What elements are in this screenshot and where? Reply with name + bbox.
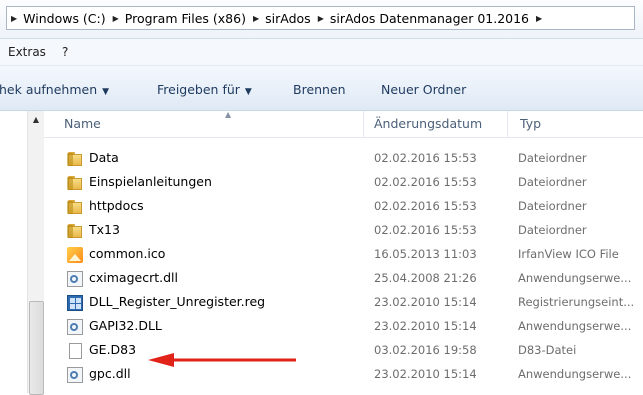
include-in-library-label: hek aufnehmen <box>0 82 98 97</box>
file-date: 25.04.2008 21:26 <box>374 271 477 285</box>
file-date: 02.02.2016 15:53 <box>374 223 477 237</box>
file-type: Registrierungseint... <box>518 295 635 309</box>
list-item[interactable]: httpdocs 02.02.2016 15:53 Dateiordner <box>44 195 643 219</box>
chevron-right-icon[interactable]: ▶ <box>314 14 330 23</box>
dll-icon <box>67 367 83 383</box>
breadcrumb-item-datenmanager[interactable]: sirAdos Datenmanager 01.2016 <box>330 11 532 26</box>
list-item[interactable]: Einspielanleitungen 02.02.2016 15:53 Dat… <box>44 171 643 195</box>
address-bar: ▶ Windows (C:) ▶ Program Files (x86) ▶ s… <box>0 0 643 39</box>
list-item[interactable]: Data 02.02.2016 15:53 Dateiordner <box>44 147 643 171</box>
file-type: D83-Datei <box>518 343 577 357</box>
folder-icon <box>67 223 83 239</box>
annotation-arrow-icon <box>148 353 296 367</box>
list-item[interactable]: cximagecrt.dll 25.04.2008 21:26 Anwendun… <box>44 267 643 291</box>
file-date: 16.05.2013 11:03 <box>374 247 477 261</box>
file-type: Dateiordner <box>518 199 587 213</box>
chevron-down-icon: ▼ <box>244 87 252 97</box>
breadcrumb[interactable]: ▶ Windows (C:) ▶ Program Files (x86) ▶ s… <box>6 6 635 30</box>
file-name: gpc.dll <box>89 366 131 381</box>
file-type: IrfanView ICO File <box>518 247 619 261</box>
command-bar: hek aufnehmen ▼ Freigeben für ▼ Brennen Ne… <box>0 66 643 111</box>
file-name: GE.D83 <box>89 342 137 357</box>
file-type: Dateiordner <box>518 223 587 237</box>
menu-item-help[interactable]: ? <box>54 45 76 59</box>
list-item[interactable]: GAPI32.DLL 23.02.2010 15:14 Anwendungser… <box>44 315 643 339</box>
file-name: Tx13 <box>89 222 120 237</box>
menu-item-extras[interactable]: Extras <box>0 45 54 59</box>
burn-button[interactable]: Brennen <box>293 82 346 97</box>
column-name[interactable]: Name <box>64 116 101 131</box>
file-list: ▲ Name Änderungsdatum Typ Data 02.02.201… <box>44 110 643 393</box>
breadcrumb-item-siradoss[interactable]: sirAdos <box>265 11 314 26</box>
share-with-button[interactable]: Freigeben für ▼ <box>157 82 252 97</box>
registry-icon <box>67 295 83 311</box>
column-divider[interactable] <box>363 111 364 137</box>
image-icon <box>67 247 83 263</box>
file-type: Dateiordner <box>518 151 587 165</box>
sort-ascending-icon: ▲ <box>225 110 232 119</box>
file-name: Data <box>89 150 119 165</box>
include-in-library-button[interactable]: hek aufnehmen ▼ <box>0 82 109 97</box>
chevron-right-icon[interactable]: ▶ <box>7 14 23 23</box>
menu-bar: Extras ? <box>0 39 643 66</box>
dll-icon <box>67 271 83 287</box>
scroll-up-arrow-icon[interactable]: ▲ <box>28 113 44 127</box>
file-icon <box>69 343 82 359</box>
file-type: Anwendungserwe... <box>518 367 632 381</box>
file-type: Anwendungserwe... <box>518 271 632 285</box>
file-type: Dateiordner <box>518 175 587 189</box>
scroll-thumb[interactable] <box>29 301 44 395</box>
file-name: common.ico <box>89 246 166 261</box>
list-item[interactable]: Tx13 02.02.2016 15:53 Dateiordner <box>44 219 643 243</box>
file-date: 23.02.2010 15:14 <box>374 295 477 309</box>
file-name: DLL_Register_Unregister.reg <box>89 294 266 309</box>
file-name: cximagecrt.dll <box>89 270 178 285</box>
breadcrumb-item-program-files[interactable]: Program Files (x86) <box>125 11 249 26</box>
folder-icon <box>67 199 83 215</box>
file-name: GAPI32.DLL <box>89 318 162 333</box>
file-date: 03.02.2016 19:58 <box>374 343 477 357</box>
folder-icon <box>67 175 83 191</box>
breadcrumb-item-drive[interactable]: Windows (C:) <box>23 11 108 26</box>
list-item[interactable]: DLL_Register_Unregister.reg 23.02.2010 1… <box>44 291 643 315</box>
chevron-right-icon[interactable]: ▶ <box>249 14 265 23</box>
column-header: ▲ Name Änderungsdatum Typ <box>44 110 643 138</box>
file-name: httpdocs <box>89 198 144 213</box>
column-divider[interactable] <box>507 111 508 137</box>
new-folder-button[interactable]: Neuer Ordner <box>381 82 466 97</box>
column-type[interactable]: Typ <box>520 116 541 131</box>
list-item[interactable]: GE.D83 03.02.2016 19:58 D83-Datei <box>44 339 643 363</box>
chevron-right-icon[interactable]: ▶ <box>109 14 125 23</box>
file-date: 23.02.2010 15:14 <box>374 319 477 333</box>
column-date[interactable]: Änderungsdatum <box>374 116 482 131</box>
list-item[interactable]: gpc.dll 23.02.2010 15:14 Anwendungserwe.… <box>44 363 643 387</box>
file-date: 02.02.2016 15:53 <box>374 151 477 165</box>
file-date: 02.02.2016 15:53 <box>374 175 477 189</box>
chevron-down-icon: ▼ <box>102 87 110 97</box>
folder-icon <box>67 151 83 167</box>
file-type: Anwendungserwe... <box>518 319 632 333</box>
share-with-label: Freigeben für <box>157 82 240 97</box>
navigation-scrollbar[interactable]: ▲ <box>27 111 45 395</box>
list-item[interactable]: common.ico 16.05.2013 11:03 IrfanView IC… <box>44 243 643 267</box>
file-date: 02.02.2016 15:53 <box>374 199 477 213</box>
chevron-right-icon[interactable]: ▶ <box>532 14 548 23</box>
file-date: 23.02.2010 15:14 <box>374 367 477 381</box>
dll-icon <box>67 319 83 335</box>
file-name: Einspielanleitungen <box>89 174 212 189</box>
